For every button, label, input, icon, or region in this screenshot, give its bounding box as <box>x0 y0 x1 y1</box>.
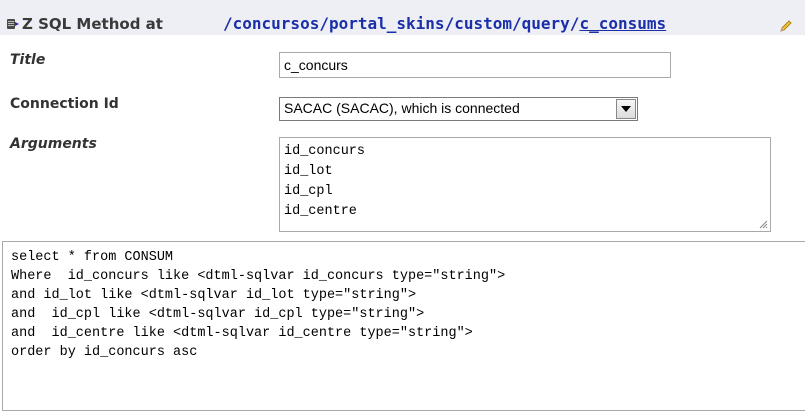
connection-id-value: SACAC (SACAC), which is connected <box>284 100 520 116</box>
template-line: and id_lot like <dtml-sqlvar id_lot type… <box>11 288 417 303</box>
connection-id-label: Connection Id <box>10 96 119 112</box>
breadcrumb: /concursos/portal_skins/custom/query/c_c… <box>223 14 666 33</box>
argument-line: id_concurs <box>284 144 366 159</box>
zsql-method-icon <box>7 19 19 29</box>
sql-template-editor[interactable]: select * from CONSUM Where id_concurs li… <box>2 241 805 411</box>
arguments-label: Arguments <box>10 136 97 152</box>
breadcrumb-concursos[interactable]: /concursos <box>223 14 319 33</box>
breadcrumb-portal-skins[interactable]: /portal_skins <box>319 14 444 33</box>
breadcrumb-separator: / <box>569 14 580 33</box>
breadcrumb-query[interactable]: /query <box>512 14 570 33</box>
chevron-down-icon <box>621 106 631 112</box>
argument-line: id_cpl <box>284 184 333 199</box>
resize-grip-icon[interactable] <box>759 220 768 229</box>
template-line: Where id_concurs like <dtml-sqlvar id_co… <box>11 269 506 284</box>
argument-line: id_centre <box>284 204 357 219</box>
header-title: Z SQL Method at <box>22 15 163 33</box>
template-line: select * from CONSUM <box>11 250 174 265</box>
template-line: and id_cpl like <dtml-sqlvar id_cpl type… <box>11 307 425 322</box>
page-header: Z SQL Method at /concursos/portal_skins/… <box>0 0 805 35</box>
title-label: Title <box>10 52 46 68</box>
arguments-field[interactable]: id_concurs id_lot id_cpl id_centre <box>279 137 771 232</box>
argument-line: id_lot <box>284 164 333 179</box>
breadcrumb-custom[interactable]: /custom <box>445 14 512 33</box>
template-line: and id_centre like <dtml-sqlvar id_centr… <box>11 326 473 341</box>
breadcrumb-c-consums[interactable]: c_consums <box>579 14 666 33</box>
template-line: order by id_concurs asc <box>11 345 198 360</box>
title-field[interactable]: c_concurs <box>279 52 671 78</box>
connection-id-select[interactable]: SACAC (SACAC), which is connected <box>279 97 638 121</box>
pencil-icon[interactable] <box>779 19 793 33</box>
dropdown-button[interactable] <box>616 99 636 119</box>
